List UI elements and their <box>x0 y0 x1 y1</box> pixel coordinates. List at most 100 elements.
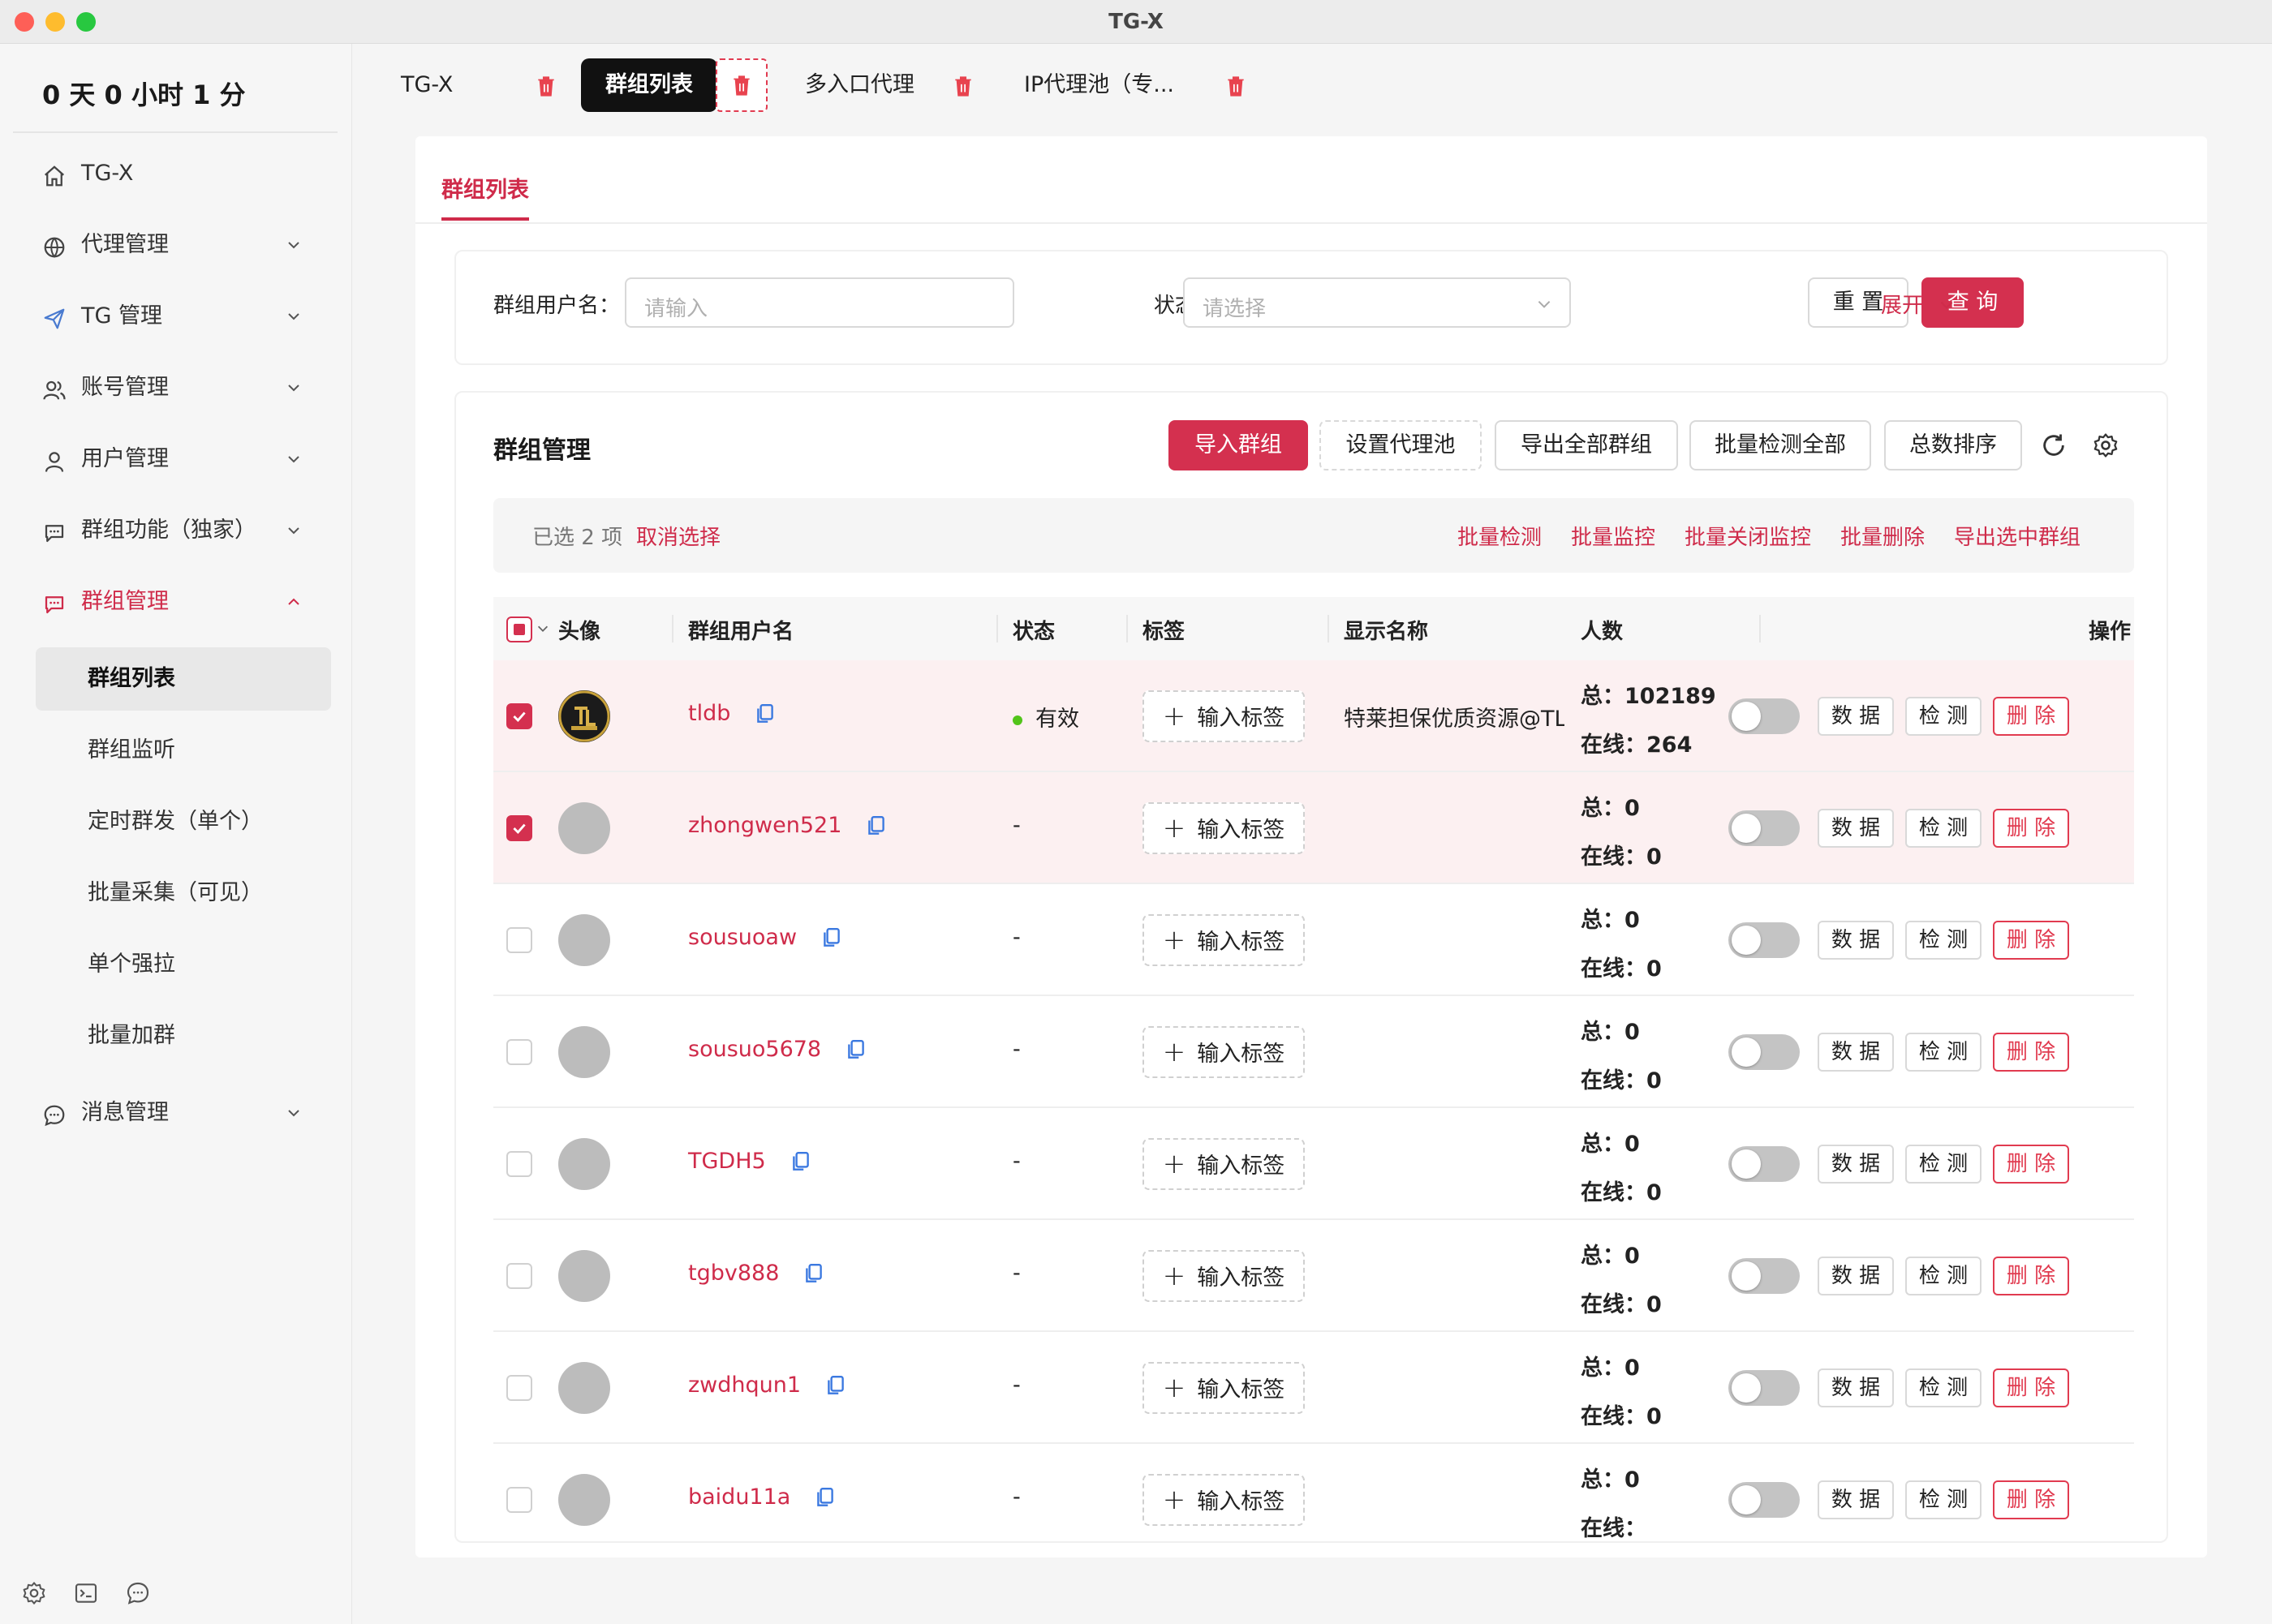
bulk-check-link[interactable]: 批量检测 <box>1457 521 1542 551</box>
monitor-toggle[interactable] <box>1728 1258 1800 1294</box>
select-all-checkbox[interactable] <box>506 617 532 642</box>
sidebar-item-tgx[interactable]: TG-X <box>0 148 352 200</box>
tab-group-list[interactable]: 群组列表 <box>581 58 717 112</box>
copy-icon[interactable] <box>866 814 887 837</box>
delete-button[interactable]: 删 除 <box>1993 1368 2069 1407</box>
expand-filter-toggle[interactable]: 展开 <box>1881 289 1956 319</box>
group-username[interactable]: baidu11a <box>688 1484 790 1510</box>
sidebar-item-group-features[interactable]: 群组功能（独家） <box>0 505 352 556</box>
copy-icon[interactable] <box>790 1150 811 1173</box>
copy-icon[interactable] <box>815 1486 836 1509</box>
monitor-toggle[interactable] <box>1728 1482 1800 1518</box>
add-tag-button[interactable]: + 输入标签 <box>1142 1250 1305 1302</box>
add-tag-button[interactable]: + 输入标签 <box>1142 1138 1305 1190</box>
group-username[interactable]: zhongwen521 <box>688 813 841 838</box>
tab-ip-proxy-pool[interactable]: IP代理池（专... <box>1024 58 1203 112</box>
data-button[interactable]: 数 据 <box>1818 1480 1894 1519</box>
delete-button[interactable]: 删 除 <box>1993 1033 2069 1072</box>
check-button[interactable]: 检 测 <box>1905 1368 1982 1407</box>
check-button[interactable]: 检 测 <box>1905 809 1982 848</box>
data-button[interactable]: 数 据 <box>1818 1368 1894 1407</box>
delete-button[interactable]: 删 除 <box>1993 1145 2069 1184</box>
group-username[interactable]: tgbv888 <box>688 1261 779 1286</box>
sidebar-subitem-batch-collect[interactable]: 批量采集（可见） <box>36 861 331 925</box>
gear-icon[interactable] <box>2092 432 2119 459</box>
data-button[interactable]: 数 据 <box>1818 697 1894 736</box>
data-button[interactable]: 数 据 <box>1818 1145 1894 1184</box>
copy-icon[interactable] <box>803 1262 824 1285</box>
copy-icon[interactable] <box>846 1038 867 1061</box>
monitor-toggle[interactable] <box>1728 698 1800 734</box>
bulk-delete-link[interactable]: 批量删除 <box>1840 521 1925 551</box>
row-checkbox[interactable] <box>506 1487 532 1513</box>
import-groups-button[interactable]: 导入群组 <box>1168 420 1308 470</box>
data-button[interactable]: 数 据 <box>1818 921 1894 960</box>
sidebar-subitem-single-pull[interactable]: 单个强拉 <box>36 933 331 996</box>
add-tag-button[interactable]: + 输入标签 <box>1142 690 1305 742</box>
row-checkbox[interactable] <box>506 927 532 953</box>
data-button[interactable]: 数 据 <box>1818 1033 1894 1072</box>
sidebar-item-messages[interactable]: 消息管理 <box>0 1087 352 1139</box>
gear-icon[interactable] <box>21 1580 47 1606</box>
monitor-toggle[interactable] <box>1728 810 1800 846</box>
sidebar-item-proxy[interactable]: 代理管理 <box>0 219 352 271</box>
sidebar-item-group-management[interactable]: 群组管理 <box>0 576 352 628</box>
row-checkbox[interactable] <box>506 703 532 729</box>
row-checkbox[interactable] <box>506 1151 532 1177</box>
trash-icon[interactable] <box>953 75 974 97</box>
tab-multi-entry-proxy[interactable]: 多入口代理 <box>805 58 935 112</box>
check-button[interactable]: 检 测 <box>1905 1257 1982 1295</box>
row-checkbox[interactable] <box>506 1375 532 1401</box>
check-button[interactable]: 检 测 <box>1905 697 1982 736</box>
check-button[interactable]: 检 测 <box>1905 1145 1982 1184</box>
sort-by-total-button[interactable]: 总数排序 <box>1884 420 2022 470</box>
add-tag-button[interactable]: + 输入标签 <box>1142 1474 1305 1526</box>
trash-icon[interactable] <box>536 75 557 97</box>
copy-icon[interactable] <box>821 926 842 949</box>
copy-icon[interactable] <box>755 702 776 725</box>
chat-icon[interactable] <box>125 1580 151 1606</box>
tab-tgx[interactable]: TG-X <box>401 58 479 112</box>
export-all-groups-button[interactable]: 导出全部群组 <box>1495 420 1678 470</box>
group-username[interactable]: TGDH5 <box>688 1149 766 1174</box>
row-checkbox[interactable] <box>506 1263 532 1289</box>
data-button[interactable]: 数 据 <box>1818 809 1894 848</box>
refresh-icon[interactable] <box>2040 432 2068 459</box>
row-checkbox[interactable] <box>506 1039 532 1065</box>
batch-check-all-button[interactable]: 批量检测全部 <box>1689 420 1871 470</box>
monitor-toggle[interactable] <box>1728 1146 1800 1182</box>
add-tag-button[interactable]: + 输入标签 <box>1142 1362 1305 1414</box>
cancel-selection-link[interactable]: 取消选择 <box>636 521 721 551</box>
group-username[interactable]: sousuoaw <box>688 925 797 950</box>
set-proxy-pool-button[interactable]: 设置代理池 <box>1319 420 1482 470</box>
add-tag-button[interactable]: + 输入标签 <box>1142 914 1305 966</box>
sidebar-item-accounts[interactable]: 账号管理 <box>0 362 352 414</box>
check-button[interactable]: 检 测 <box>1905 1480 1982 1519</box>
delete-button[interactable]: 删 除 <box>1993 809 2069 848</box>
bulk-stop-monitor-link[interactable]: 批量关闭监控 <box>1685 521 1811 551</box>
trash-icon[interactable] <box>1225 75 1246 97</box>
group-username[interactable]: sousuo5678 <box>688 1037 821 1062</box>
terminal-icon[interactable] <box>73 1580 99 1606</box>
sidebar-subitem-group-list[interactable]: 群组列表 <box>36 647 331 711</box>
export-selected-link[interactable]: 导出选中群组 <box>1954 521 2081 551</box>
monitor-toggle[interactable] <box>1728 1034 1800 1070</box>
check-button[interactable]: 检 测 <box>1905 1033 1982 1072</box>
add-tag-button[interactable]: + 输入标签 <box>1142 1026 1305 1078</box>
row-checkbox[interactable] <box>506 815 532 841</box>
sidebar-subitem-group-listen[interactable]: 群组监听 <box>36 719 331 782</box>
chevron-down-icon[interactable] <box>536 621 550 636</box>
group-username[interactable]: tldb <box>688 701 730 726</box>
sidebar-subitem-batch-join[interactable]: 批量加群 <box>36 1004 331 1068</box>
delete-button[interactable]: 删 除 <box>1993 1257 2069 1295</box>
group-username[interactable]: zwdhqun1 <box>688 1373 801 1398</box>
subtab-group-list[interactable]: 群组列表 <box>441 172 529 204</box>
check-button[interactable]: 检 测 <box>1905 921 1982 960</box>
monitor-toggle[interactable] <box>1728 922 1800 958</box>
data-button[interactable]: 数 据 <box>1818 1257 1894 1295</box>
monitor-toggle[interactable] <box>1728 1370 1800 1406</box>
tab-close-button[interactable] <box>716 58 768 112</box>
sidebar-item-tg[interactable]: TG 管理 <box>0 290 352 342</box>
sidebar-subitem-scheduled-send[interactable]: 定时群发（单个） <box>36 790 331 853</box>
bulk-monitor-link[interactable]: 批量监控 <box>1571 521 1655 551</box>
